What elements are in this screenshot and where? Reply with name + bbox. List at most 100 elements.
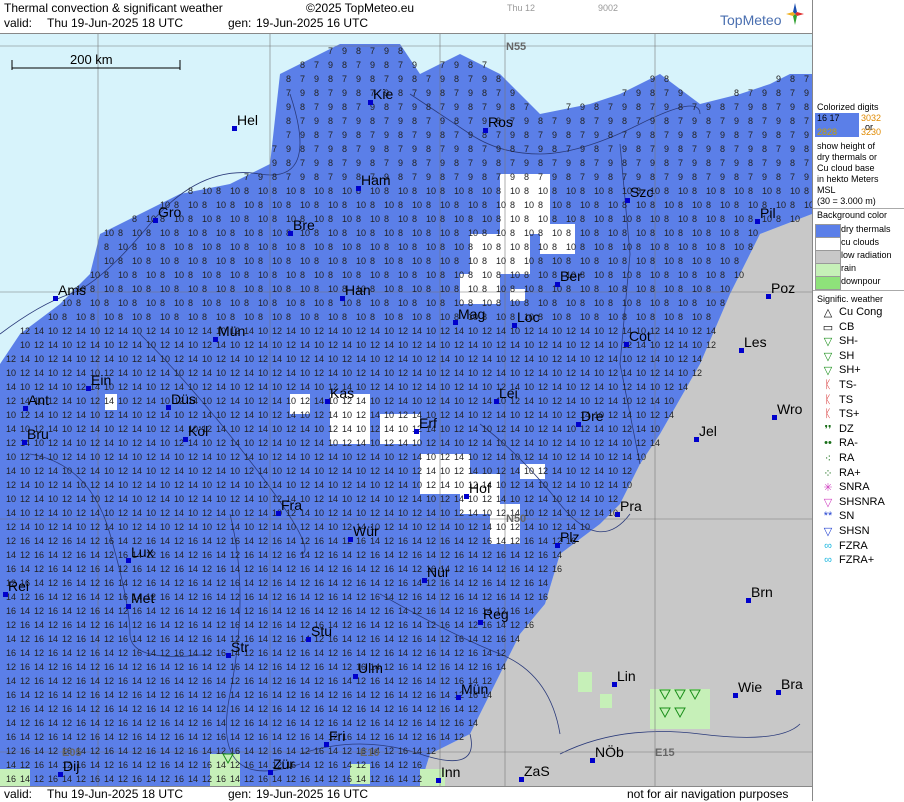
thunderstorm-light-icon: ᛕ	[824, 379, 832, 391]
svg-text:8: 8	[202, 284, 207, 294]
svg-text:8: 8	[524, 270, 529, 280]
svg-text:14: 14	[258, 550, 268, 560]
shower-heavy-icon: ▽	[823, 365, 833, 378]
svg-text:12: 12	[104, 410, 114, 420]
svg-text:14: 14	[34, 536, 44, 546]
svg-text:9: 9	[804, 88, 809, 98]
svg-text:16: 16	[342, 690, 352, 700]
map-area[interactable]: 7987988798798797987879879879879879898987…	[0, 34, 812, 786]
svg-text:12: 12	[188, 592, 198, 602]
svg-text:14: 14	[398, 354, 408, 364]
svg-text:12: 12	[174, 704, 184, 714]
svg-text:8: 8	[482, 200, 487, 210]
svg-text:10: 10	[356, 200, 366, 210]
svg-text:16: 16	[216, 564, 226, 574]
svg-text:8: 8	[538, 116, 543, 126]
svg-text:9: 9	[384, 130, 389, 140]
svg-text:10: 10	[258, 368, 268, 378]
svg-text:14: 14	[384, 382, 394, 392]
svg-text:8: 8	[748, 242, 753, 252]
svg-text:10: 10	[300, 326, 310, 336]
legend-sample-c: 2828	[817, 127, 838, 137]
svg-text:10: 10	[258, 452, 268, 462]
svg-text:8: 8	[258, 284, 263, 294]
svg-text:7: 7	[356, 60, 361, 70]
svg-text:10: 10	[636, 452, 646, 462]
svg-text:14: 14	[664, 368, 674, 378]
svg-text:16: 16	[300, 648, 310, 658]
svg-text:14: 14	[580, 326, 590, 336]
svg-text:12: 12	[468, 620, 478, 630]
svg-text:10: 10	[468, 410, 478, 420]
svg-text:16: 16	[104, 578, 114, 588]
svg-text:7: 7	[314, 102, 319, 112]
svg-text:8: 8	[286, 116, 291, 126]
svg-text:7: 7	[594, 158, 599, 168]
svg-text:7: 7	[664, 130, 669, 140]
svg-text:14: 14	[482, 522, 492, 532]
svg-text:14: 14	[258, 424, 268, 434]
svg-text:8: 8	[370, 200, 375, 210]
svg-text:10: 10	[202, 522, 212, 532]
svg-text:12: 12	[384, 396, 394, 406]
svg-text:9: 9	[510, 130, 515, 140]
svg-text:7: 7	[286, 172, 291, 182]
svg-text:12: 12	[426, 662, 436, 672]
legend-sig-title: Signific. weather	[817, 294, 884, 304]
svg-text:10: 10	[426, 298, 436, 308]
svg-text:9: 9	[664, 144, 669, 154]
svg-text:9: 9	[776, 74, 781, 84]
legend-sig-label: FZRA	[839, 539, 868, 552]
svg-text:10: 10	[202, 186, 212, 196]
svg-text:12: 12	[188, 676, 198, 686]
svg-text:10: 10	[48, 494, 58, 504]
svg-text:14: 14	[202, 620, 212, 630]
svg-text:8: 8	[720, 270, 725, 280]
svg-text:8: 8	[692, 214, 697, 224]
svg-text:12: 12	[524, 592, 534, 602]
svg-text:14: 14	[314, 438, 324, 448]
svg-text:8: 8	[552, 242, 557, 252]
svg-text:8: 8	[300, 298, 305, 308]
day-code: Thu 12	[507, 3, 536, 13]
svg-text:10: 10	[440, 424, 450, 434]
city-label: Wür	[353, 523, 379, 539]
svg-text:12: 12	[370, 508, 380, 518]
svg-text:12: 12	[202, 382, 212, 392]
svg-text:16: 16	[440, 704, 450, 714]
svg-text:12: 12	[384, 438, 394, 448]
city-label: Fra	[281, 497, 302, 513]
svg-text:10: 10	[370, 438, 380, 448]
svg-text:8: 8	[384, 144, 389, 154]
svg-text:12: 12	[34, 732, 44, 742]
svg-text:16: 16	[160, 676, 170, 686]
svg-text:10: 10	[216, 494, 226, 504]
svg-text:16: 16	[300, 732, 310, 742]
svg-text:14: 14	[300, 340, 310, 350]
svg-text:12: 12	[118, 564, 128, 574]
svg-text:8: 8	[692, 130, 697, 140]
svg-text:7: 7	[384, 116, 389, 126]
svg-text:12: 12	[174, 438, 184, 448]
svg-text:14: 14	[48, 340, 58, 350]
svg-text:12: 12	[524, 452, 534, 462]
svg-text:16: 16	[62, 620, 72, 630]
svg-text:12: 12	[356, 550, 366, 560]
svg-text:12: 12	[230, 550, 240, 560]
svg-text:8: 8	[314, 312, 319, 322]
svg-text:16: 16	[258, 732, 268, 742]
svg-text:14: 14	[328, 494, 338, 504]
svg-text:10: 10	[762, 186, 772, 196]
svg-text:10: 10	[356, 228, 366, 238]
svg-text:10: 10	[384, 494, 394, 504]
svg-text:14: 14	[286, 452, 296, 462]
weather-map[interactable]: 7 9 8 7 9 88 7 9 8 7 9 8 7 9 7 9 8 78 7 9 8 7 9 8 7 9 8 7 9 8 7 9 8 9 8 9 8 7…	[0, 34, 812, 786]
svg-text:8: 8	[594, 228, 599, 238]
svg-text:16: 16	[524, 578, 534, 588]
svg-text:12: 12	[76, 424, 86, 434]
svg-text:10: 10	[440, 256, 450, 266]
svg-text:12: 12	[146, 410, 156, 420]
svg-text:10: 10	[734, 270, 744, 280]
svg-text:9: 9	[734, 158, 739, 168]
svg-text:10: 10	[174, 368, 184, 378]
